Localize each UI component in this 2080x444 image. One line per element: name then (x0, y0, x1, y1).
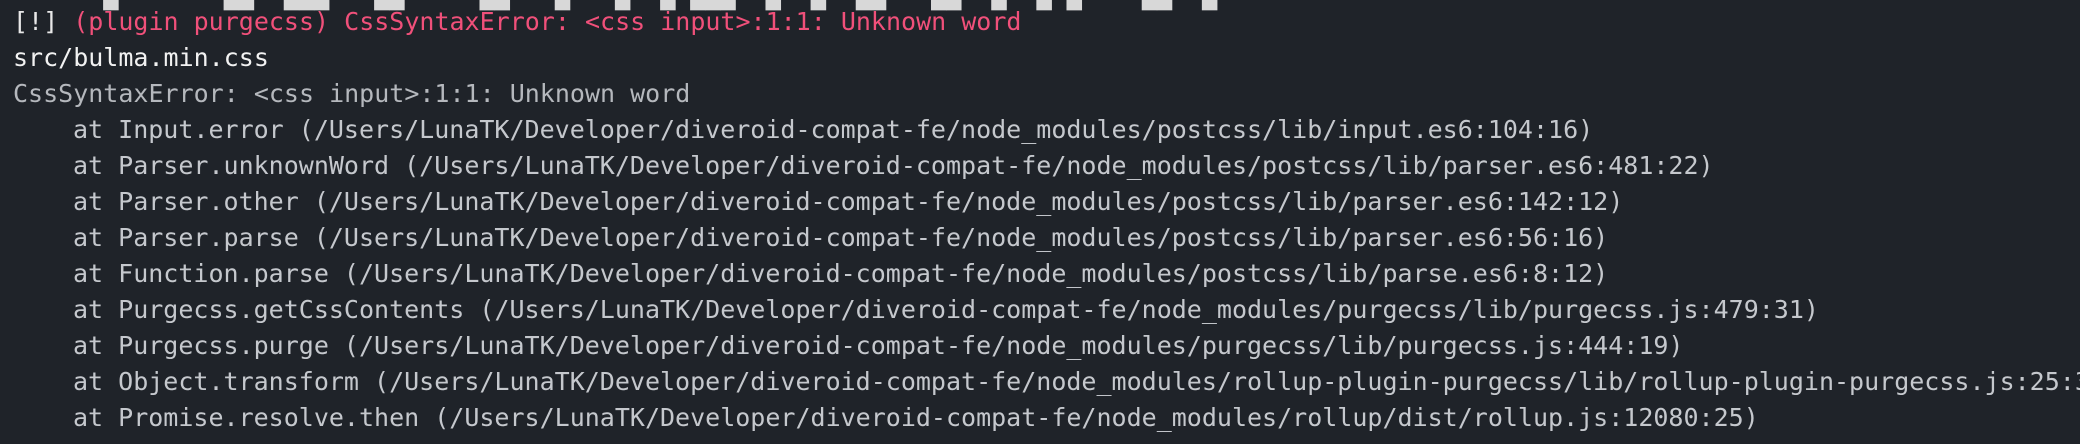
stack-trace-text: at Input.error (/Users/LunaTK/Developer/… (73, 115, 1594, 144)
stack-trace-line: at Parser.unknownWord (/Users/LunaTK/Dev… (13, 148, 1714, 184)
stack-trace-line: at Parser.other (/Users/LunaTK/Developer… (13, 184, 1623, 220)
error-header-line: [!] (plugin purgecss) CssSyntaxError: <c… (13, 4, 1021, 40)
stack-trace-text: at Object.transform (/Users/LunaTK/Devel… (73, 367, 2080, 396)
stack-trace-text: at Function.parse (/Users/LunaTK/Develop… (73, 259, 1609, 288)
stack-trace-line: at Object.transform (/Users/LunaTK/Devel… (13, 364, 2080, 400)
stack-trace-text: at Purgecss.getCssContents (/Users/LunaT… (73, 295, 1819, 324)
error-detail: CssSyntaxError: <css input>:1:1: Unknown… (13, 79, 691, 108)
error-message: (plugin purgecss) CssSyntaxError: <css i… (73, 7, 1022, 36)
stack-trace-line: at Input.error (/Users/LunaTK/Developer/… (13, 112, 1593, 148)
stack-trace-text: at Parser.parse (/Users/LunaTK/Developer… (73, 223, 1609, 252)
error-tag: [!] (13, 7, 59, 36)
stack-trace-line: at Function.parse (/Users/LunaTK/Develop… (13, 256, 1608, 292)
stack-trace-line: at Parser.parse (/Users/LunaTK/Developer… (13, 220, 1608, 256)
stack-trace-text: at Parser.other (/Users/LunaTK/Developer… (73, 187, 1624, 216)
stack-trace-text: at Promise.resolve.then (/Users/LunaTK/D… (73, 403, 1759, 432)
stack-trace-line: at Promise.resolve.then (/Users/LunaTK/D… (13, 400, 1759, 436)
stack-trace-text: at Purgecss.purge (/Users/LunaTK/Develop… (73, 331, 1684, 360)
error-file-path: src/bulma.min.css (13, 43, 269, 72)
terminal-output: ▄ ▀ ▄▄ ▄▄▄▀ ▄▄ ▀ ▀▄▄ ▄ ▀▄ ▄▀▄▄▄ ▄▀ ▄ ▀▄▄… (0, 0, 2080, 444)
stack-trace-text: at Parser.unknownWord (/Users/LunaTK/Dev… (73, 151, 1714, 180)
stack-trace-line: at Purgecss.getCssContents (/Users/LunaT… (13, 292, 1819, 328)
stack-trace-line: at Purgecss.purge (/Users/LunaTK/Develop… (13, 328, 1684, 364)
